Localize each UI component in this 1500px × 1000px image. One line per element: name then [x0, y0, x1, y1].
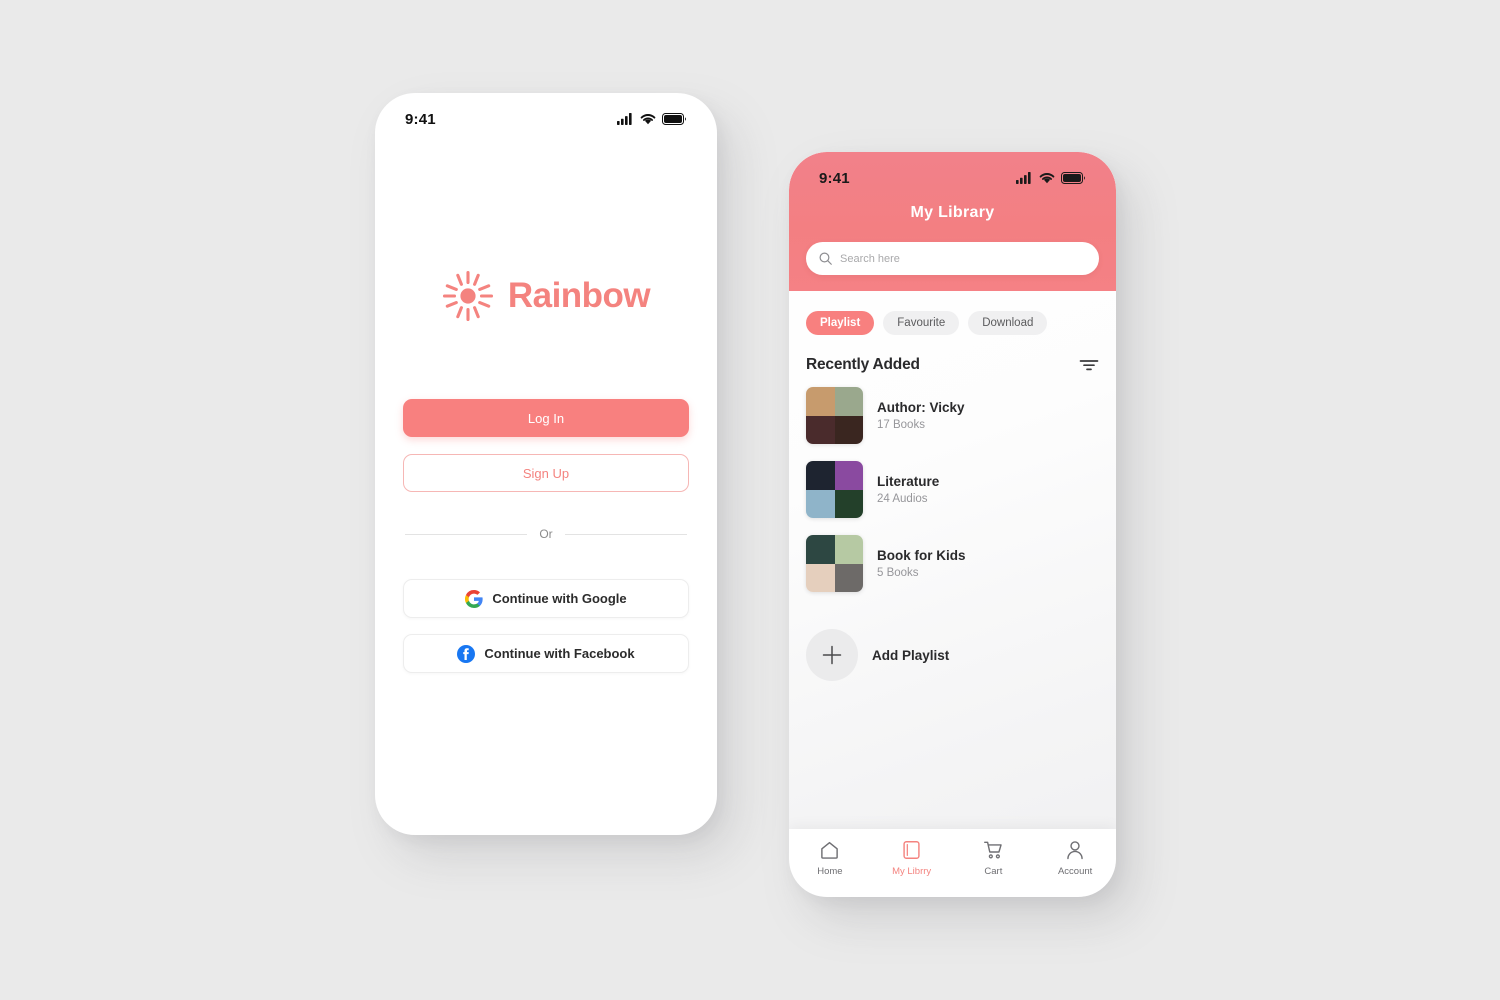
- tab-my-library-label: My Librry: [892, 866, 932, 877]
- sunburst-icon: [442, 270, 493, 322]
- status-bar: 9:41: [375, 93, 717, 135]
- signal-icon: [1016, 172, 1031, 184]
- status-time: 9:41: [405, 110, 436, 128]
- tab-home[interactable]: Home: [789, 840, 871, 877]
- continue-with-google-label: Continue with Google: [492, 591, 627, 606]
- list-item-title: Author: Vicky: [877, 400, 965, 415]
- app-logo-text: Rainbow: [507, 276, 651, 315]
- continue-with-facebook-label: Continue with Facebook: [484, 646, 635, 661]
- library-phone-frame: 9:41 My Library Search here Playlist Fav…: [789, 152, 1116, 897]
- chip-playlist[interactable]: Playlist: [806, 311, 875, 335]
- chip-download[interactable]: Download: [968, 311, 1048, 335]
- tab-account-label: Account: [1057, 866, 1093, 877]
- filter-chip-group: Playlist Favourite Download: [789, 291, 1116, 335]
- divider-label: Or: [539, 527, 553, 541]
- facebook-icon: [457, 644, 476, 663]
- section-header: Recently Added: [789, 335, 1116, 374]
- google-icon: [465, 589, 483, 608]
- page-title: My Library: [910, 204, 995, 221]
- login-button[interactable]: Log In: [403, 399, 689, 437]
- or-divider: Or: [403, 527, 689, 541]
- tab-home-label: Home: [817, 866, 843, 877]
- account-icon: [1067, 841, 1083, 860]
- continue-with-google-button[interactable]: Continue with Google: [403, 579, 689, 618]
- filter-icon[interactable]: [1079, 358, 1099, 372]
- add-playlist-button[interactable]: Add Playlist: [789, 609, 1116, 681]
- book-icon: [903, 841, 920, 859]
- section-title: Recently Added: [806, 356, 920, 373]
- list-item-text: Literature 24 Audios: [877, 474, 939, 505]
- list-item-subtitle: 17 Books: [877, 419, 925, 431]
- auth-actions: Log In Sign Up Or Continue with Google C…: [375, 399, 717, 673]
- divider-line-left: [405, 533, 528, 535]
- bottom-tab-bar: Home My Librry Cart Account: [789, 829, 1116, 897]
- plus-icon: [822, 645, 842, 665]
- cart-icon: [983, 841, 1002, 859]
- wifi-icon: [1039, 173, 1055, 184]
- login-phone-frame: 9:41 Rainbow Log In Sign Up Or Continue …: [375, 93, 717, 835]
- divider-line-right: [564, 533, 687, 535]
- wifi-icon: [640, 114, 656, 125]
- continue-with-facebook-button[interactable]: Continue with Facebook: [403, 634, 689, 673]
- search-placeholder: Search here: [840, 252, 900, 265]
- playlist-thumbnail: [806, 461, 863, 518]
- tab-my-library[interactable]: My Librry: [871, 840, 953, 877]
- list-item-subtitle: 5 Books: [877, 567, 919, 579]
- status-bar: 9:41: [789, 152, 1116, 194]
- recently-added-list: Author: Vicky 17 Books Literature 24 Aud…: [789, 374, 1116, 592]
- list-item[interactable]: Book for Kids 5 Books: [806, 535, 1099, 592]
- signal-icon: [617, 113, 632, 125]
- battery-icon: [1061, 172, 1085, 184]
- search-icon: [819, 252, 832, 265]
- home-icon: [821, 841, 839, 859]
- search-input[interactable]: Search here: [806, 242, 1099, 275]
- list-item-subtitle: 24 Audios: [877, 493, 928, 505]
- library-header: 9:41 My Library Search here: [789, 152, 1116, 291]
- list-item-title: Book for Kids: [877, 548, 966, 563]
- add-playlist-label: Add Playlist: [872, 647, 950, 663]
- tab-cart-label: Cart: [984, 866, 1003, 877]
- list-item[interactable]: Literature 24 Audios: [806, 461, 1099, 518]
- signup-button[interactable]: Sign Up: [403, 454, 689, 492]
- status-icon-group: [617, 113, 687, 125]
- status-time: 9:41: [819, 169, 850, 187]
- add-playlist-circle: [806, 629, 858, 681]
- app-logo: Rainbow: [375, 270, 717, 322]
- list-item-text: Book for Kids 5 Books: [877, 548, 966, 579]
- playlist-thumbnail: [806, 387, 863, 444]
- status-icon-group: [1016, 172, 1086, 184]
- list-item-text: Author: Vicky 17 Books: [877, 400, 965, 431]
- tab-cart[interactable]: Cart: [953, 840, 1035, 877]
- chip-favourite[interactable]: Favourite: [883, 311, 960, 335]
- tab-account[interactable]: Account: [1034, 840, 1116, 877]
- list-item-title: Literature: [877, 474, 940, 489]
- playlist-thumbnail: [806, 535, 863, 592]
- list-item[interactable]: Author: Vicky 17 Books: [806, 387, 1099, 444]
- battery-icon: [662, 113, 686, 125]
